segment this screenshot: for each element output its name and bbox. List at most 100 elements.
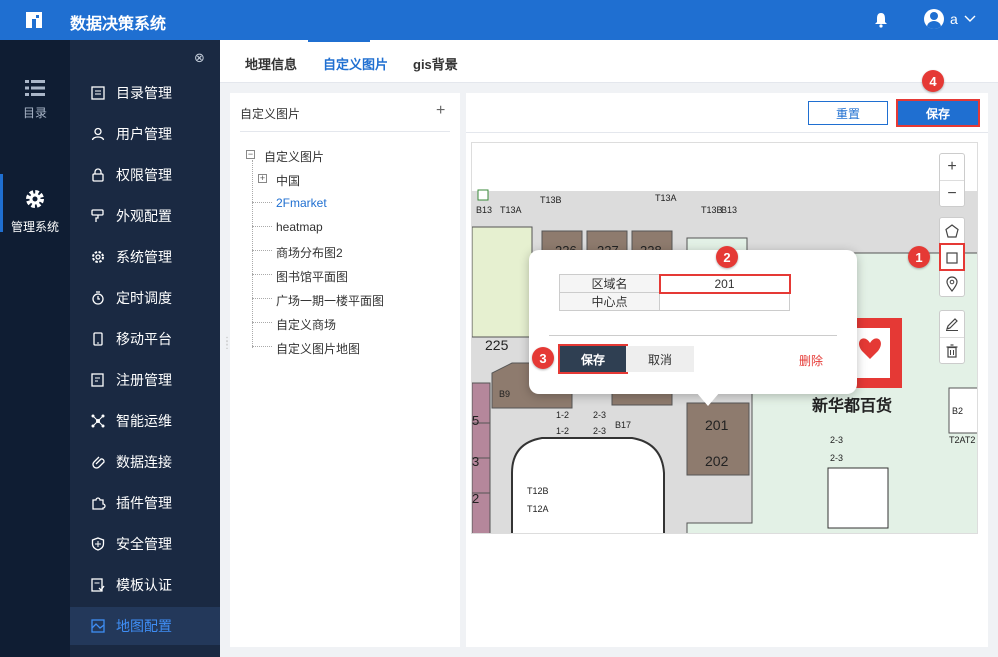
sidebar-item-schedule[interactable]: 定时调度 [70,279,220,317]
tree-guide-line [252,226,272,227]
map-label: T13A [655,193,677,203]
app-logo-icon [26,12,42,28]
sidebar-item-mobile[interactable]: 移动平台 [70,320,220,358]
map-label: 1-2 [556,410,569,420]
tree-node-plaza[interactable]: 广场一期一楼平面图 [276,292,384,309]
rail-item-catalog[interactable]: 目录 [0,80,70,121]
splitter-handle[interactable]: ⋮ ⋮ [222,337,232,351]
template-icon [91,578,105,592]
map-label: 5 [472,413,479,428]
edit-tool-button[interactable] [940,311,964,337]
zoom-in-button[interactable]: + [940,154,964,180]
user-icon [91,127,105,141]
region-popup: 区域名 201 中心点 保存 取消 删除 [529,250,857,406]
sidebar-item-template-auth[interactable]: 模板认证 [70,566,220,604]
delete-tool-button[interactable] [940,337,964,363]
add-icon[interactable]: + [436,102,445,120]
rectangle-tool-button[interactable] [939,243,965,271]
register-icon [91,373,104,387]
sidebar-item-map-config[interactable]: 地图配置 [70,607,220,645]
tree-node-custom-mall[interactable]: 自定义商场 [276,316,336,333]
callout-badge-1: 1 [908,246,930,268]
sidebar-item-label: 用户管理 [116,126,172,142]
sidebar-item-plugins[interactable]: 插件管理 [70,484,220,522]
tree-node-custom-image-map[interactable]: 自定义图片地图 [276,340,360,357]
center-point-field[interactable] [659,292,790,311]
callout-badge-4: 4 [922,70,944,92]
divider [466,132,988,133]
sidebar-item-security[interactable]: 安全管理 [70,525,220,563]
sidebar-item-users[interactable]: 用户管理 [70,115,220,153]
map-label: B17 [615,420,631,430]
sidebar-item-appearance[interactable]: 外观配置 [70,197,220,235]
chevron-down-icon [964,15,976,22]
sidebar-item-label: 定时调度 [116,290,172,306]
popup-delete-link[interactable]: 删除 [799,352,823,369]
room-label: 201 [705,417,729,433]
popup-pointer [696,392,720,406]
zoom-controls: + − [939,153,965,207]
brush-icon [91,209,104,222]
collapse-toggle-icon[interactable]: − [246,150,255,159]
tab-gis-background[interactable]: gis背景 [413,54,458,73]
rectangle-icon [946,251,958,264]
map-label: T2AT2 [949,435,975,445]
list-icon [25,80,45,96]
rail-label-management: 管理系统 [10,220,59,234]
location-pin-icon [946,275,958,292]
sidebar-item-data-connection[interactable]: 数据连接 [70,443,220,481]
sidebar-item-system[interactable]: 系统管理 [70,238,220,276]
polygon-tool-button[interactable] [940,218,964,244]
rail-item-management[interactable]: 管理系统 [0,174,70,235]
shield-icon [91,537,105,551]
gear-icon [26,190,44,208]
sidebar-item-ops[interactable]: 智能运维 [70,402,220,440]
map-icon [91,619,105,633]
polygon-icon [945,224,959,238]
sidebar-item-label: 目录管理 [116,85,172,101]
sidebar-item-catalog[interactable]: 目录管理 [70,74,220,112]
sidebar-item-label: 移动平台 [116,331,172,347]
user-menu[interactable]: a [924,9,976,29]
map-label: 1-2 [556,426,569,436]
tree-node-heatmap[interactable]: heatmap [276,220,323,234]
tab-geo-info[interactable]: 地理信息 [245,54,297,73]
popup-save-button[interactable]: 保存 [558,344,628,374]
tab-custom-image[interactable]: 自定义图片 [323,54,388,73]
tree-node-mall-distribution[interactable]: 商场分布图2 [276,244,343,261]
popup-cancel-button[interactable]: 取消 [626,346,694,372]
tree-guide-line [252,274,272,275]
tree-node-china[interactable]: 中国 [276,172,300,189]
tree-guide-line [252,160,253,348]
expand-toggle-icon[interactable]: + [258,174,267,183]
tree-node-2fmarket[interactable]: 2Fmarket [276,196,327,210]
marker-tool-button[interactable] [940,270,964,296]
pencil-icon [946,318,958,331]
sidebar-item-label: 地图配置 [116,618,172,634]
bell-icon[interactable] [874,12,888,28]
save-button[interactable]: 保存 [896,99,980,127]
map-label: B13 [721,205,737,215]
left-rail: 目录 管理系统 [0,40,70,657]
map-label: T13B [540,195,562,205]
zoom-out-button[interactable]: − [940,180,964,206]
draw-controls [939,217,965,297]
region-name-field[interactable]: 201 [658,273,791,294]
pin-icon[interactable]: ⊗ [194,50,205,66]
reset-button[interactable]: 重置 [808,101,888,125]
puzzle-icon [92,497,106,510]
tree-guide-line [252,298,272,299]
sidebar-item-registration[interactable]: 注册管理 [70,361,220,399]
region-attributes-table: 区域名 201 中心点 [559,273,791,311]
active-tab-indicator [308,40,370,42]
trash-icon [946,343,958,358]
sidebar-item-label: 模板认证 [116,577,172,593]
avatar-icon [924,9,944,29]
sidebar-item-permissions[interactable]: 权限管理 [70,156,220,194]
tree-node-root[interactable]: 自定义图片 [264,148,324,165]
map-label: 2-3 [593,410,606,420]
mobile-icon [93,332,103,346]
room-label: 225 [485,337,509,353]
tree-node-library[interactable]: 图书馆平面图 [276,268,348,285]
tree-guide-line [252,346,272,347]
